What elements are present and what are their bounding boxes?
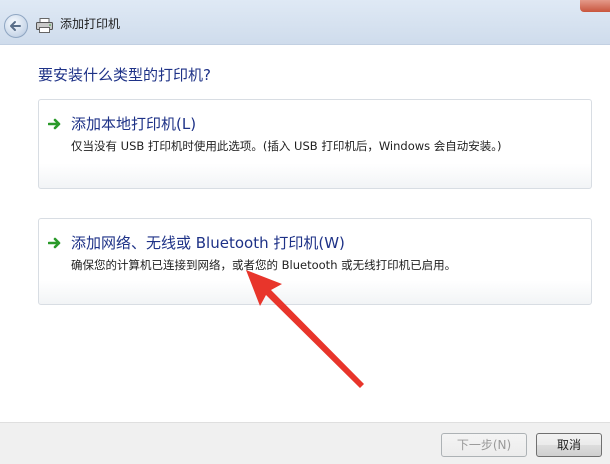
option-title: 添加本地打印机(L) [71, 115, 197, 133]
back-arrow-icon [10, 21, 21, 31]
title-bar: 添加打印机 [0, 0, 610, 45]
cancel-button[interactable]: 取消 [536, 433, 602, 457]
close-button[interactable] [580, 0, 610, 12]
green-arrow-icon [48, 118, 61, 130]
add-local-printer-option[interactable]: 添加本地打印机(L) 仅当没有 USB 打印机时使用此选项。(插入 USB 打印… [38, 99, 592, 189]
red-annotation-arrow-icon [246, 270, 364, 388]
back-button[interactable] [4, 14, 28, 38]
printer-icon [36, 18, 53, 33]
window-title: 添加打印机 [60, 17, 121, 31]
green-arrow-icon [48, 237, 61, 249]
option-title: 添加网络、无线或 Bluetooth 打印机(W) [71, 234, 345, 252]
page-heading: 要安装什么类型的打印机? [38, 66, 211, 84]
option-description: 仅当没有 USB 打印机时使用此选项。(插入 USB 打印机后，Windows … [71, 139, 502, 153]
next-button[interactable]: 下一步(N) [441, 433, 527, 457]
button-bar: 下一步(N) 取消 [0, 422, 610, 464]
